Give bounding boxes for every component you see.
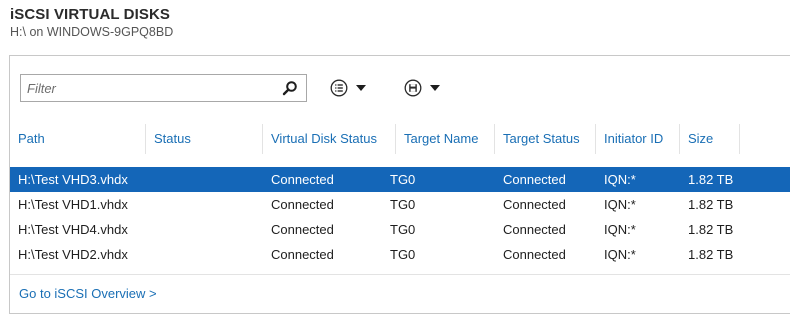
chevron-down-icon <box>356 85 366 91</box>
cell-path: H:\Test VHD2.vhdx <box>18 247 128 262</box>
cell-status <box>146 242 154 267</box>
footer-divider <box>10 274 790 275</box>
cell-virtual-disk-status: Connected <box>271 222 334 237</box>
cell-initiator-id: IQN:* <box>604 247 636 262</box>
cell-target-status: Connected <box>503 222 566 237</box>
cell-target-name: TG0 <box>390 222 416 237</box>
cell-target-status: Connected <box>503 172 566 187</box>
cell-path: H:\Test VHD4.vhdx <box>18 222 128 237</box>
cell-target-status: Connected <box>503 247 566 262</box>
table-header: Path Status Virtual Disk Status Target N… <box>10 124 790 154</box>
cell-initiator-id: IQN:* <box>604 222 636 237</box>
save-icon <box>404 79 422 97</box>
filter-box <box>20 74 307 102</box>
cell-virtual-disk-status: Connected <box>271 247 334 262</box>
column-path[interactable]: Path <box>10 124 146 154</box>
column-target-status[interactable]: Target Status <box>495 124 596 154</box>
cell-target-name: TG0 <box>390 197 416 212</box>
cell-size: 1.82 TB <box>688 222 734 237</box>
cell-size: 1.82 TB <box>688 172 734 187</box>
table-row[interactable]: H:\Test VHD2.vhdx Connected TG0 Connecte… <box>10 242 790 267</box>
cell-virtual-disk-status: Connected <box>271 197 334 212</box>
cell-path: H:\Test VHD1.vhdx <box>18 197 128 212</box>
list-options-icon <box>330 79 348 97</box>
section-header: iSCSI VIRTUAL DISKS H:\ on WINDOWS-9GPQ8… <box>10 6 173 39</box>
save-options-button[interactable] <box>404 77 450 99</box>
cell-initiator-id: IQN:* <box>604 172 636 187</box>
cell-path: H:\Test VHD3.vhdx <box>18 172 128 187</box>
toolbar <box>10 56 790 118</box>
column-status[interactable]: Status <box>146 124 263 154</box>
cell-status <box>146 192 154 217</box>
cell-status <box>146 167 154 192</box>
cell-size: 1.82 TB <box>688 197 734 212</box>
cell-target-status: Connected <box>503 197 566 212</box>
cell-status <box>146 217 154 242</box>
cell-size: 1.82 TB <box>688 247 734 262</box>
search-icon[interactable] <box>282 80 298 96</box>
column-target-name[interactable]: Target Name <box>396 124 495 154</box>
section-title: iSCSI VIRTUAL DISKS <box>10 6 170 23</box>
virtual-disks-panel: Path Status Virtual Disk Status Target N… <box>9 55 790 314</box>
table-row[interactable]: H:\Test VHD4.vhdx Connected TG0 Connecte… <box>10 217 790 242</box>
cell-target-name: TG0 <box>390 247 416 262</box>
cell-virtual-disk-status: Connected <box>271 172 334 187</box>
section-subtitle: H:\ on WINDOWS-9GPQ8BD <box>10 25 174 39</box>
table-row[interactable]: H:\Test VHD1.vhdx Connected TG0 Connecte… <box>10 192 790 217</box>
column-virtual-disk-status[interactable]: Virtual Disk Status <box>263 124 396 154</box>
cell-initiator-id: IQN:* <box>604 197 636 212</box>
filter-input[interactable] <box>21 75 276 101</box>
column-size[interactable]: Size <box>680 124 740 154</box>
view-options-button[interactable] <box>330 77 376 99</box>
cell-target-name: TG0 <box>390 172 416 187</box>
table-body: H:\Test VHD3.vhdx Connected TG0 Connecte… <box>10 167 790 267</box>
chevron-down-icon <box>430 85 440 91</box>
table-row[interactable]: H:\Test VHD3.vhdx Connected TG0 Connecte… <box>10 167 790 192</box>
go-to-iscsi-overview-link[interactable]: Go to iSCSI Overview > <box>19 286 157 301</box>
column-initiator-id[interactable]: Initiator ID <box>596 124 680 154</box>
